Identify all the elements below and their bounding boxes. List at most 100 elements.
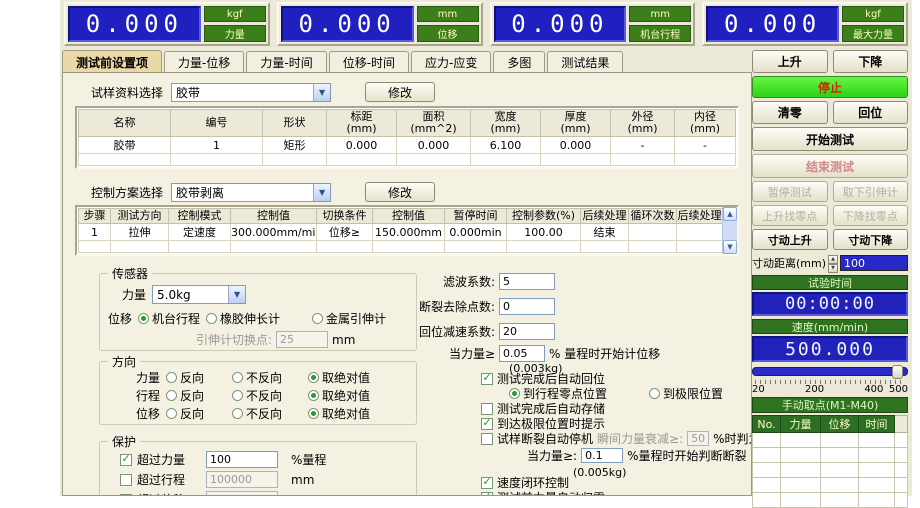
col-pause-time: 暂停时间: [445, 209, 507, 224]
radio-icon[interactable]: [166, 408, 177, 419]
slider-track[interactable]: [752, 367, 908, 376]
tab-force-displacement[interactable]: 力量-位移: [164, 51, 244, 73]
return-decel-input[interactable]: 20: [499, 323, 555, 340]
break-stop-suffix: %时判为断裂: [713, 430, 752, 447]
tab-multi-plot[interactable]: 多图: [493, 51, 545, 73]
cell: 0.000: [327, 137, 397, 154]
points-row: [753, 463, 908, 478]
over-force-input[interactable]: 100: [206, 451, 278, 468]
return-button[interactable]: 回位: [833, 101, 909, 124]
jog-down-button[interactable]: 寸动下降: [833, 229, 909, 250]
checkbox-checked-icon[interactable]: [120, 454, 132, 466]
spinner-up-icon[interactable]: ▲: [828, 255, 838, 264]
checkbox-checked-icon[interactable]: [481, 373, 493, 385]
row-label: 位移: [136, 405, 160, 422]
tick-label: 200: [805, 384, 824, 395]
down-button[interactable]: 下降: [833, 50, 909, 73]
checkbox-icon[interactable]: [120, 474, 132, 486]
control-plan-select[interactable]: 胶带剥离 ▼: [171, 183, 331, 202]
tab-test-results[interactable]: 测试结果: [547, 51, 623, 73]
option-no-reverse[interactable]: 不反向: [232, 405, 308, 422]
force-sensor-select[interactable]: 5.0kg ▼: [152, 285, 246, 304]
control-plan-row[interactable]: 1 拉伸 定速度 300.000mm/min 位移≥ 150.000mm 0.0…: [79, 224, 723, 241]
stop-button[interactable]: 停止: [752, 76, 908, 98]
option-reverse[interactable]: 反向: [166, 387, 232, 404]
tab-pretest-settings[interactable]: 测试前设置项: [62, 50, 162, 73]
option-machine-stroke[interactable]: 机台行程: [138, 310, 200, 327]
radio-icon[interactable]: [206, 313, 217, 324]
option-absolute[interactable]: 取绝对值: [308, 369, 370, 386]
tick-label: 500: [889, 384, 908, 395]
tab-force-time[interactable]: 力量-时间: [246, 51, 326, 73]
scroll-down-icon[interactable]: ▼: [723, 240, 737, 254]
checkbox-icon[interactable]: [481, 433, 493, 445]
filter-coef-input[interactable]: 5: [499, 273, 555, 290]
radio-on-icon[interactable]: [509, 388, 520, 399]
checkbox-checked-icon[interactable]: [481, 492, 493, 497]
tab-displacement-time[interactable]: 位移-时间: [329, 51, 409, 73]
option-absolute[interactable]: 取绝对值: [308, 405, 370, 422]
break-judge-input[interactable]: 0.1: [581, 448, 623, 463]
radio-on-icon[interactable]: [308, 390, 319, 401]
option-absolute[interactable]: 取绝对值: [308, 387, 370, 404]
control-plan-select-row: 控制方案选择 胶带剥离 ▼ 修改: [91, 182, 435, 202]
force-label: 力量: [204, 25, 266, 42]
option-rubber-extensometer[interactable]: 橡胶伸长计: [206, 310, 280, 327]
scroll-up-icon[interactable]: ▲: [723, 207, 737, 221]
end-test-button[interactable]: 结束测试: [752, 154, 908, 178]
cell: [895, 493, 908, 508]
option-reverse[interactable]: 反向: [166, 369, 232, 386]
cell: [859, 448, 895, 463]
radio-icon[interactable]: [232, 372, 243, 383]
over-stroke-input[interactable]: 100000: [206, 471, 278, 488]
sample-modify-button[interactable]: 修改: [365, 82, 435, 102]
break-stop-input[interactable]: 50: [687, 431, 709, 446]
radio-icon[interactable]: [312, 313, 323, 324]
break-remove-input[interactable]: 0: [499, 298, 555, 315]
tab-stress-strain[interactable]: 应力-应变: [411, 51, 491, 73]
return-decel-label: 回位减速系数:: [363, 323, 495, 340]
radio-icon[interactable]: [232, 408, 243, 419]
slider-tick-labels: 20 200 400 500: [752, 384, 908, 396]
option-limit-position[interactable]: 到极限位置: [649, 385, 723, 402]
radio-on-icon[interactable]: [308, 408, 319, 419]
disp-start-input[interactable]: 0.05: [499, 345, 545, 362]
jog-distance-spinner[interactable]: ▲▼: [828, 255, 838, 271]
checkbox-icon[interactable]: [481, 403, 493, 415]
jog-up-button[interactable]: 寸动上升: [752, 229, 828, 250]
remove-extensometer-button[interactable]: 取下引伸计: [833, 181, 909, 202]
radio-icon[interactable]: [166, 390, 177, 401]
control-plan-modify-button[interactable]: 修改: [365, 182, 435, 202]
start-test-button[interactable]: 开始测试: [752, 127, 908, 151]
checkbox-checked-icon[interactable]: [481, 477, 493, 489]
over-displacement-input[interactable]: 100000: [206, 491, 278, 496]
sample-table-row[interactable]: 胶带 1 矩形 0.000 0.000 6.100 0.000 - -: [79, 137, 736, 154]
radio-on-icon[interactable]: [308, 372, 319, 383]
clear-zero-button[interactable]: 清零: [752, 101, 828, 124]
chevron-down-icon: ▼: [313, 184, 330, 201]
pause-test-button[interactable]: 暂停测试: [752, 181, 828, 202]
up-button[interactable]: 上升: [752, 50, 828, 73]
radio-icon[interactable]: [232, 390, 243, 401]
sample-select[interactable]: 胶带 ▼: [171, 83, 331, 102]
filter-coef-row: 滤波系数: 5: [363, 273, 749, 290]
down-find-zero-button[interactable]: 下降找零点: [833, 205, 909, 226]
slider-thumb[interactable]: [892, 365, 903, 379]
checkbox-checked-icon[interactable]: [481, 418, 493, 430]
option-reverse[interactable]: 反向: [166, 405, 232, 422]
radio-on-icon[interactable]: [138, 313, 149, 324]
ext-switch-input[interactable]: 25: [276, 331, 328, 348]
up-find-zero-button[interactable]: 上升找零点: [752, 205, 828, 226]
points-scrollbar-stub[interactable]: [895, 416, 908, 433]
option-no-reverse[interactable]: 不反向: [232, 387, 308, 404]
control-table-scrollbar[interactable]: ▲ ▼: [722, 207, 737, 254]
control-plan-table: 步骤 测试方向 控制模式 控制值 切换条件 控制值 暂停时间 控制参数(%) 后…: [78, 208, 723, 253]
disp-start-row: 当力量≥ 0.05 % 量程时开始计位移: [363, 345, 749, 362]
speed-slider[interactable]: [752, 365, 908, 379]
spinner-down-icon[interactable]: ▼: [828, 264, 838, 273]
jog-distance-input[interactable]: 100: [840, 255, 908, 271]
radio-icon[interactable]: [649, 388, 660, 399]
option-no-reverse[interactable]: 不反向: [232, 369, 308, 386]
radio-icon[interactable]: [166, 372, 177, 383]
cell: [781, 493, 821, 508]
